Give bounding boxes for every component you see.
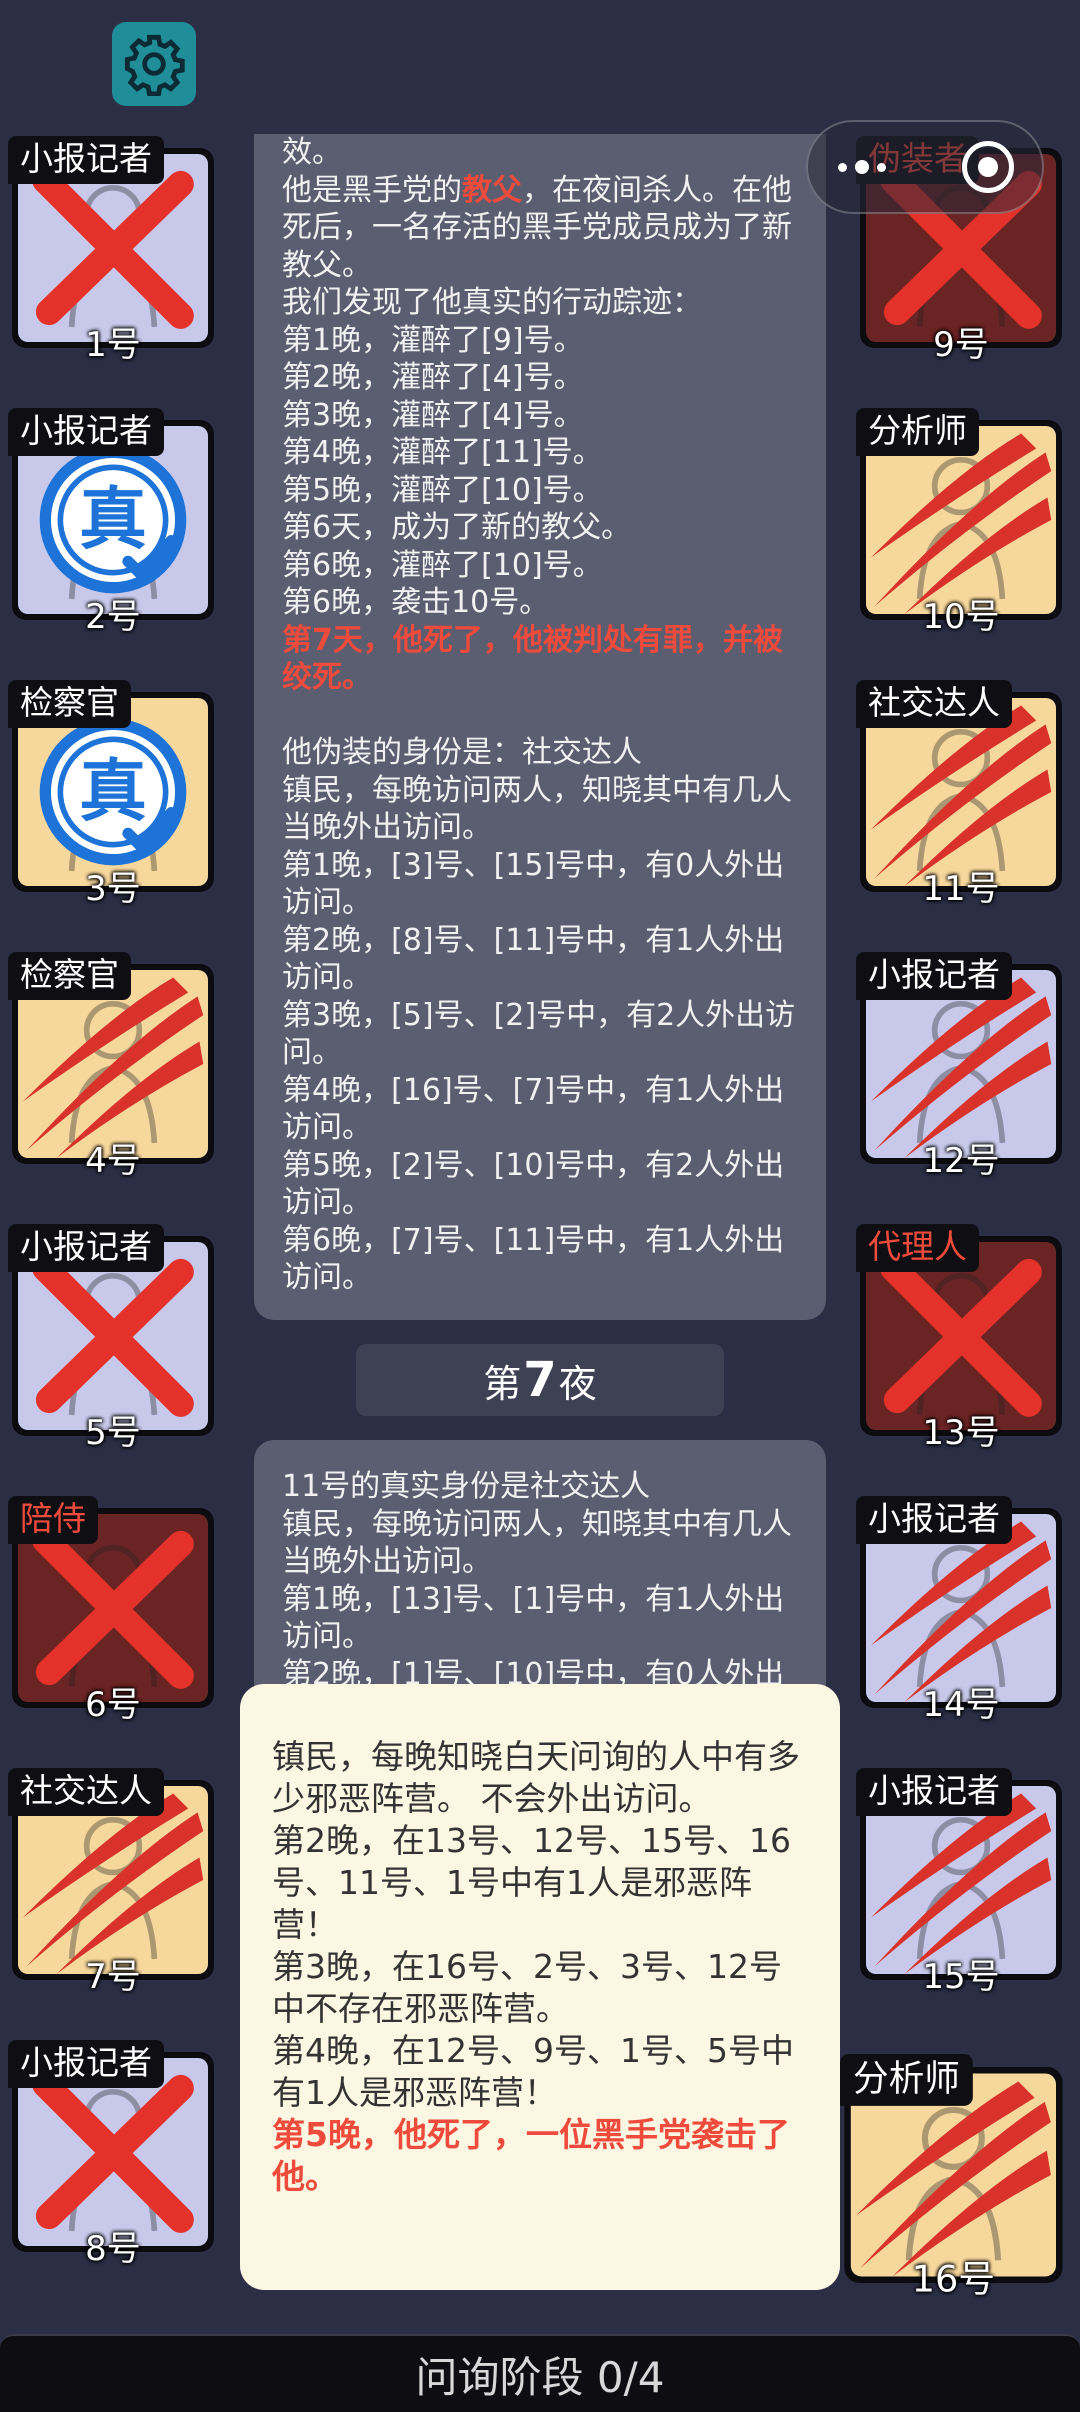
player-number: 9号 <box>933 325 989 365</box>
target-close-icon[interactable] <box>962 141 1014 193</box>
player-card-2[interactable]: 真 小报记者 2号 <box>8 408 218 637</box>
night-number: 7 <box>523 1352 557 1408</box>
player-card-8[interactable]: 小报记者 8号 <box>8 2040 218 2269</box>
player-card-12[interactable]: 小报记者 12号 <box>856 952 1066 1181</box>
player-role-label: 社交达人 <box>8 1768 164 1816</box>
log-line: 镇民，每晚访问两人，知晓其中有几人当晚外出访问。 <box>282 1506 792 1580</box>
player-role-label: 分析师 <box>840 2054 973 2106</box>
log-line: 第6天，成为了新的教父。 <box>282 510 632 545</box>
player-number: 1号 <box>85 325 141 365</box>
log-line: 第1晚，[3]号、[15]号中，有0人外出访问。 <box>282 847 785 921</box>
settings-button[interactable] <box>112 22 196 106</box>
player-role-label: 检察官 <box>8 952 131 1000</box>
player-number: 15号 <box>922 1957 1000 1997</box>
player-card-3[interactable]: 真 检察官 3号 <box>8 680 218 909</box>
player-role-label: 代理人 <box>856 1224 979 1272</box>
log-line: 第7天，他死了，他被判处有罪，并被绞死。 <box>282 622 783 696</box>
log-line: 第2晚，[8]号、[11]号中，有1人外出访问。 <box>282 922 785 996</box>
log-line: 效。 <box>282 135 342 170</box>
player-card-13[interactable]: 代理人 13号 <box>856 1224 1066 1453</box>
log-line: 他伪装的身份是：社交达人 <box>282 735 642 770</box>
log-line: 第5晚，灌醉了[10]号。 <box>282 472 603 508</box>
player-number: 11号 <box>922 869 1000 909</box>
player-number: 6号 <box>85 1685 141 1725</box>
more-dots-icon[interactable] <box>838 160 886 174</box>
player-number: 3号 <box>85 869 141 909</box>
log-line: 第4晚，在12号、9号、1号、5号中有1人是邪恶阵营！ <box>272 2031 794 2112</box>
night-label: 第7夜 <box>356 1344 724 1416</box>
highlighted-role: 教父 <box>462 172 522 208</box>
log-line: 第1晚，[13]号、[1]号中，有1人外出访问。 <box>282 1581 785 1655</box>
log-line: 第2晚，在13号、12号、15号、16号、11号、1号中有1人是邪恶阵营！ <box>272 1821 791 1944</box>
log-line: 第5晚，他死了，一位黑手党袭击了他。 <box>272 2115 790 2196</box>
player-card-14[interactable]: 小报记者 14号 <box>856 1496 1066 1725</box>
log-line: 我们发现了他真实的行动踪迹： <box>282 285 702 320</box>
player-card-15[interactable]: 小报记者 15号 <box>856 1768 1066 1997</box>
player-role-label: 社交达人 <box>856 680 1012 728</box>
night-suffix: 夜 <box>558 1361 597 1406</box>
log-line: 他是黑手党的教父，在夜间杀人。在他死后，一名存活的黑手党成员成为了新教父。 <box>282 172 792 283</box>
log-line: 第6晚，袭击10号。 <box>282 585 550 620</box>
player-number: 4号 <box>85 1141 141 1181</box>
phase-bar: 问询阶段 0/4 <box>0 2334 1080 2412</box>
player-card-5[interactable]: 小报记者 5号 <box>8 1224 218 1453</box>
player-number: 16号 <box>911 2258 996 2302</box>
player-role-label: 小报记者 <box>856 952 1012 1000</box>
player-card-1[interactable]: 小报记者 1号 <box>8 136 218 365</box>
player-number: 7号 <box>85 1957 141 1997</box>
event-log-previous: 效。 他是黑手党的教父，在夜间杀人。在他死后，一名存活的黑手党成员成为了新教父。我… <box>254 134 826 1320</box>
night-prefix: 第 <box>483 1361 522 1406</box>
gear-icon <box>124 34 185 96</box>
player-number: 14号 <box>922 1685 1000 1725</box>
log-line: 第5晚，[2]号、[10]号中，有2人外出访问。 <box>282 1147 785 1221</box>
player-card-4[interactable]: 检察官 4号 <box>8 952 218 1181</box>
player-card-7[interactable]: 社交达人 7号 <box>8 1768 218 1997</box>
log-line: 镇民，每晚知晓白天问询的人中有多少邪恶阵营。 不会外出访问。 <box>272 1737 800 1818</box>
player-role-label: 小报记者 <box>8 1224 164 1272</box>
player-number: 12号 <box>922 1141 1000 1181</box>
player-card-11[interactable]: 社交达人 11号 <box>856 680 1066 909</box>
player-card-16[interactable]: 分析师 16号 <box>840 2054 1067 2301</box>
log-line: 第4晚，灌醉了[11]号。 <box>282 435 603 470</box>
player-number: 5号 <box>85 1413 141 1453</box>
player-number: 10号 <box>922 597 1000 637</box>
player-role-label: 陪侍 <box>8 1496 98 1544</box>
player-card-10[interactable]: 分析师 10号 <box>856 408 1066 637</box>
phase-label: 问询阶段 0/4 <box>415 2352 665 2402</box>
mini-program-capsule <box>806 120 1044 214</box>
player-role-label: 小报记者 <box>8 136 164 184</box>
player-number: 13号 <box>922 1413 1000 1453</box>
player-role-label: 检察官 <box>8 680 131 728</box>
log-line: 第3晚，灌醉了[4]号。 <box>282 397 584 433</box>
log-line: 第3晚，[5]号、[2]号中，有2人外出访问。 <box>282 997 796 1071</box>
log-line: 第6晚，灌醉了[10]号。 <box>282 547 603 583</box>
player-role-label: 小报记者 <box>856 1768 1012 1816</box>
log-line <box>282 697 798 735</box>
log-line: 第3晚，在16号、2号、3号、12号中不存在邪恶阵营。 <box>272 1947 782 2028</box>
log-line: 镇民，每晚访问两人，知晓其中有几人当晚外出访问。 <box>282 772 792 846</box>
log-line: 11号的真实身份是社交达人 <box>282 1469 651 1504</box>
player-role-label: 小报记者 <box>8 408 164 456</box>
role-detail-tooltip: 镇民，每晚知晓白天问询的人中有多少邪恶阵营。 不会外出访问。 第2晚，在13号、1… <box>240 1684 840 2290</box>
player-number: 8号 <box>85 2229 141 2269</box>
log-line: 第6晚，[7]号、[11]号中，有1人外出访问。 <box>282 1222 785 1296</box>
player-role-label: 小报记者 <box>856 1496 1012 1544</box>
player-number: 2号 <box>85 597 141 637</box>
player-role-label: 小报记者 <box>8 2040 164 2088</box>
log-line: 第2晚，灌醉了[4]号。 <box>282 360 584 395</box>
player-card-6[interactable]: 陪侍 6号 <box>8 1496 218 1725</box>
player-role-label: 分析师 <box>856 408 979 456</box>
log-line: 第1晚，灌醉了[9]号。 <box>282 322 584 358</box>
svg-text:真: 真 <box>79 752 147 831</box>
log-line: 第4晚，[16]号、[7]号中，有1人外出访问。 <box>282 1072 785 1146</box>
svg-text:真: 真 <box>79 480 147 559</box>
